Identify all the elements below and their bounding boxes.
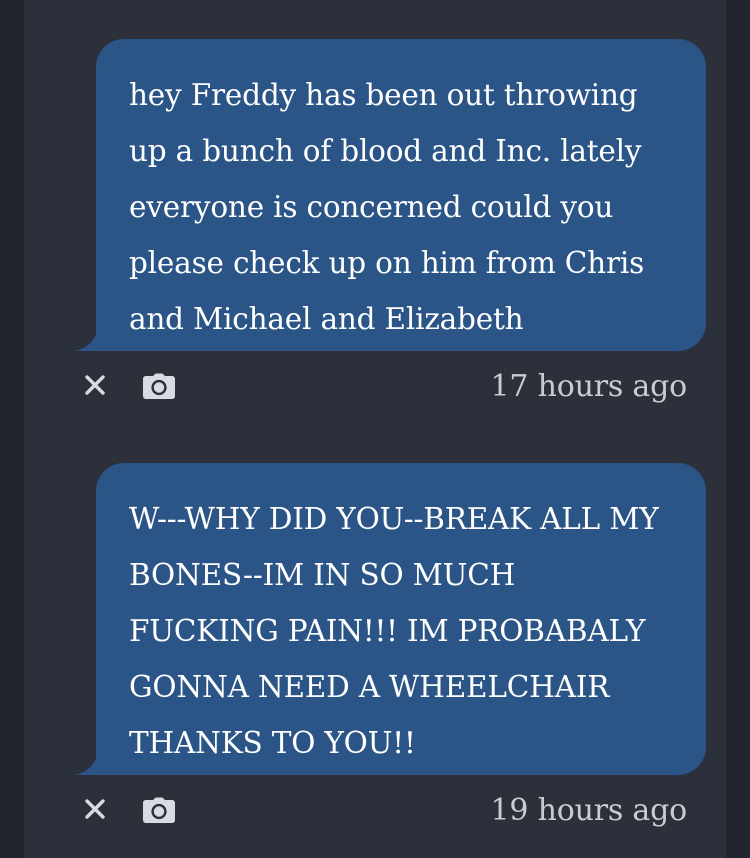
close-icon[interactable] [83, 797, 107, 821]
message-meta: 17 hours ago [74, 359, 706, 419]
message-bubble: W---WHY DID YOU--BREAK ALL MY BONES--IM … [96, 463, 706, 775]
message-panel: hey Freddy has been out throwing up a bu… [24, 0, 726, 858]
message-bubble: hey Freddy has been out throwing up a bu… [96, 39, 706, 351]
message-timestamp: 17 hours ago [490, 369, 688, 404]
camera-icon[interactable] [142, 372, 176, 400]
message-timestamp: 19 hours ago [490, 793, 688, 828]
camera-icon[interactable] [142, 796, 176, 824]
message-bubble-container: W---WHY DID YOU--BREAK ALL MY BONES--IM … [74, 463, 706, 775]
bubble-tail [74, 327, 98, 351]
message-item: W---WHY DID YOU--BREAK ALL MY BONES--IM … [74, 463, 706, 843]
message-bubble-container: hey Freddy has been out throwing up a bu… [74, 39, 706, 351]
message-text: W---WHY DID YOU--BREAK ALL MY BONES--IM … [129, 502, 659, 760]
close-icon[interactable] [83, 373, 107, 397]
message-text: hey Freddy has been out throwing up a bu… [129, 78, 645, 336]
message-meta: 19 hours ago [74, 783, 706, 843]
bubble-tail [74, 751, 98, 775]
message-item: hey Freddy has been out throwing up a bu… [74, 39, 706, 419]
